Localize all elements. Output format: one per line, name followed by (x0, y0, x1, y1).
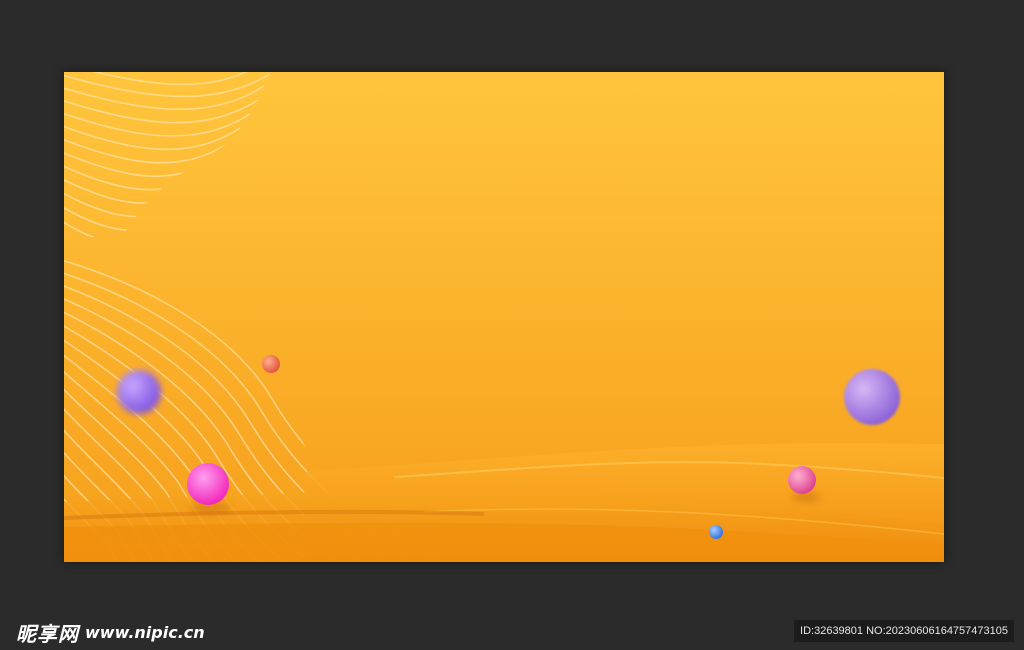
blue-sphere (709, 525, 723, 539)
blurred-violet-sphere (117, 370, 161, 414)
magenta-sphere (187, 463, 229, 505)
site-logo-watermark: 昵享网 www.nipic.cn (16, 618, 205, 646)
orange-abstract-background (64, 72, 944, 562)
site-url-text: www.nipic.cn (85, 622, 205, 642)
large-violet-sphere (844, 369, 900, 425)
pink-sphere (788, 466, 816, 494)
image-id-badge: ID:32639801 NO:20230606164757473105 (794, 620, 1014, 642)
editor-canvas: 昵享网 www.nipic.cn ID:32639801 NO:20230606… (0, 0, 1024, 650)
site-name-text: 昵享网 (16, 621, 79, 646)
small-red-sphere (262, 355, 280, 373)
artboard-background-image (64, 72, 944, 562)
